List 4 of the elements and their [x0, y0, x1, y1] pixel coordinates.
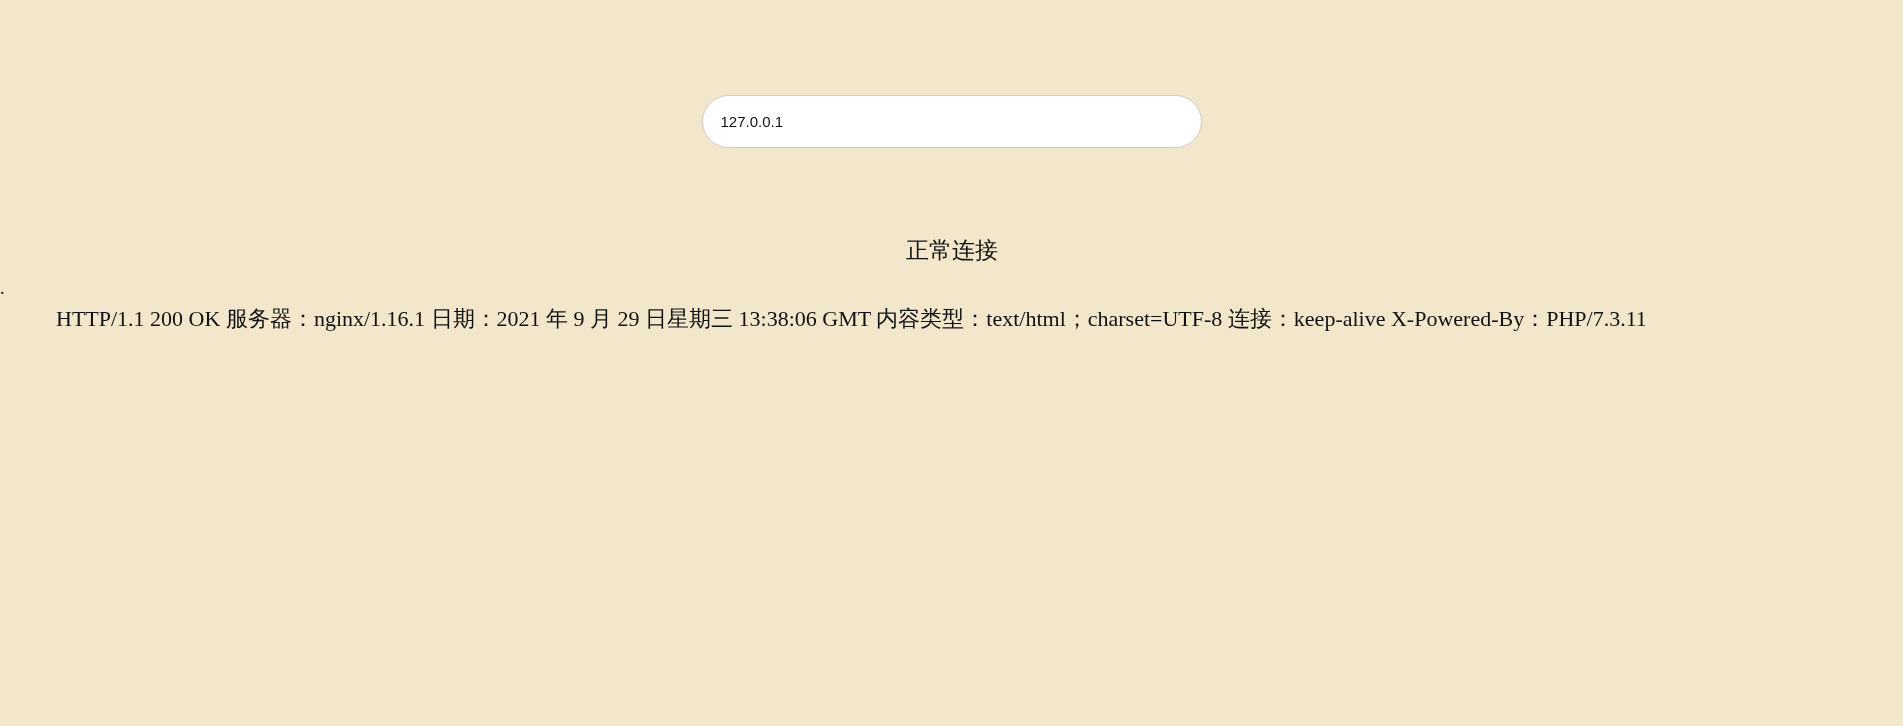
response-headers-text: HTTP/1.1 200 OK 服务器：nginx/1.16.1 日期：2021 年 9 月 29 日星期三 13:38:06 GMT 内容类型：text/html；charset=UTF-8 连接：keep-alive X-Powered-By：PHP/7.3.11 [56, 306, 1647, 331]
dot-text: . [0, 278, 5, 298]
status-text: 正常连接 [905, 237, 998, 265]
address-field[interactable]: 127.0.0.1 [701, 95, 1202, 148]
